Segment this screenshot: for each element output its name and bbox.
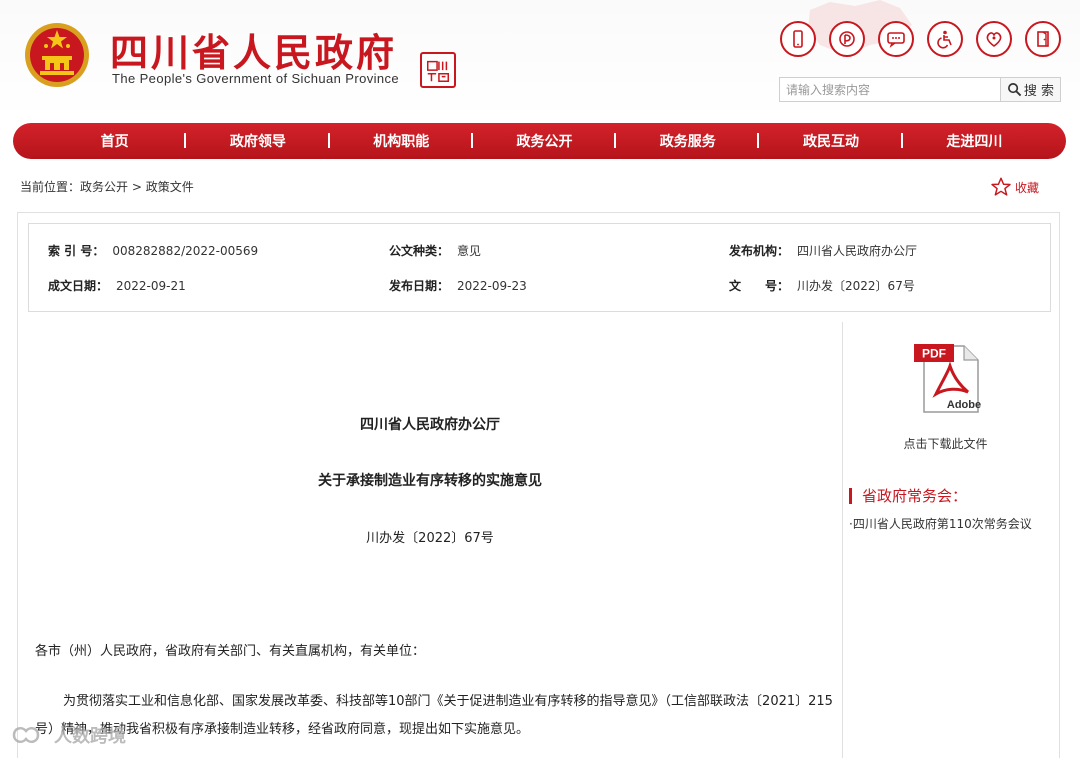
search-button-label: 搜 索 [1023, 84, 1055, 99]
favorite-button[interactable]: 收藏 [990, 176, 1039, 198]
search-button[interactable]: 搜 索 [1000, 78, 1060, 101]
pdf-brand-text: Adobe [947, 399, 981, 411]
wechat-icon[interactable] [878, 21, 914, 57]
pdf-tag-text: PDF [922, 347, 946, 361]
watermark: 人数跨境 [8, 722, 126, 748]
exit-icon[interactable] [1025, 21, 1061, 57]
search-icon [1007, 83, 1022, 97]
elderly-care-icon[interactable] [976, 21, 1012, 57]
sidebar: PDF Adobe 点击下载此文件 省政府常务会： ·四川省人民政府第110次常… [843, 322, 1060, 758]
document-issuer: 四川省人民政府办公厅 [360, 417, 500, 433]
document-title: 关于承接制造业有序转移的实施意见 [318, 473, 542, 489]
favorite-label: 收藏 [1015, 180, 1040, 195]
document-number: 川办发〔2022〕67号 [366, 531, 494, 546]
watermark-logo [12, 726, 40, 744]
document-salutation: 各市（州）人民政府，省政府有关部门、有关直属机构，有关单位： [35, 644, 426, 659]
meeting-item-link[interactable]: ·四川省人民政府第110次常务会议 [849, 515, 1032, 532]
star-icon [991, 177, 1011, 196]
download-file-link[interactable]: 点击下载此文件 [843, 435, 1048, 452]
document-paragraph: 为贯彻落实工业和信息化部、国家发展改革委、科技部等10部门《关于促进制造业有序转… [35, 694, 833, 737]
pdf-file-icon[interactable]: PDF Adobe [912, 342, 984, 414]
nav-item-about-sichuan[interactable]: 走进四川 [903, 131, 1046, 151]
watermark-text: 人数跨境 [54, 726, 126, 747]
document-content: 四川省人民政府办公厅 关于承接制造业有序转移的实施意见 川办发〔2022〕67号… [17, 0, 843, 737]
accessibility-icon[interactable] [927, 21, 963, 57]
meeting-section-heading: 省政府常务会： [849, 488, 967, 504]
